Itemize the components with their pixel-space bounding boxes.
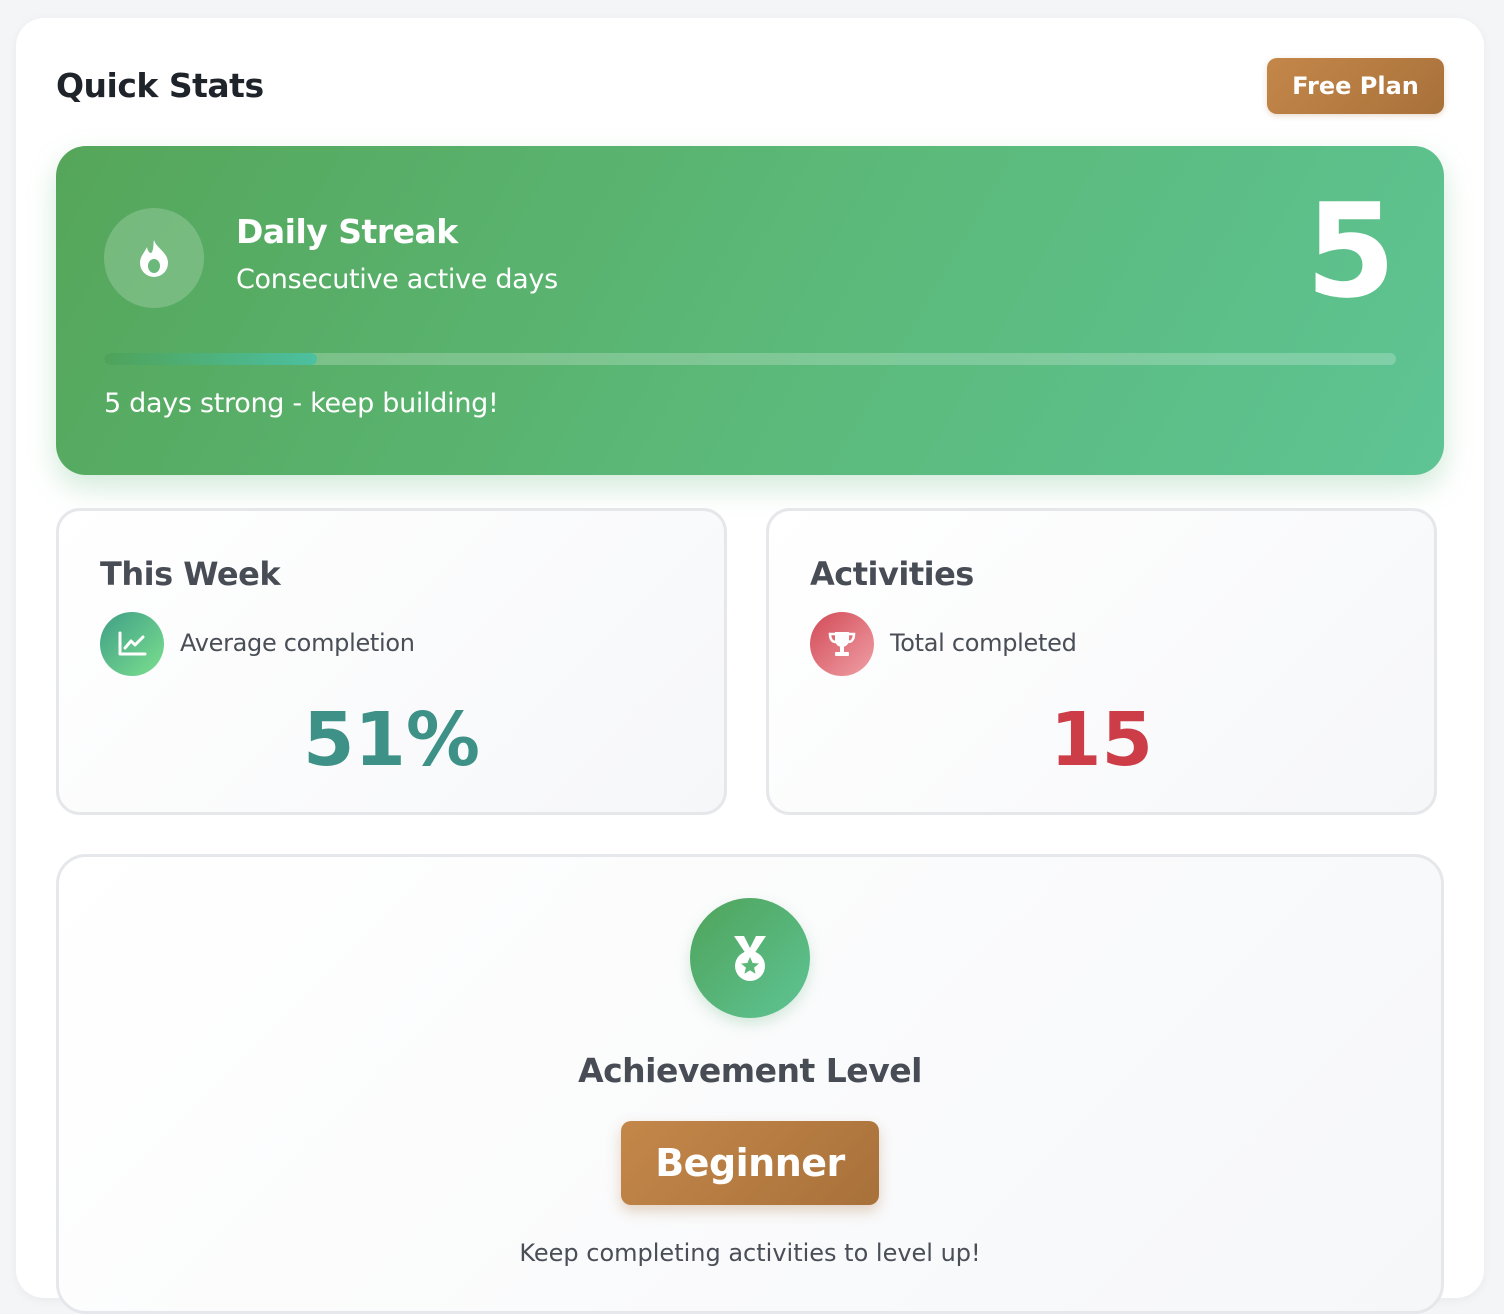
achievement-title: Achievement Level (578, 1051, 922, 1090)
streak-progress-fill (104, 353, 318, 365)
this-week-title: This Week (100, 555, 281, 593)
achievement-card: Achievement Level Beginner Keep completi… (56, 854, 1444, 1314)
achievement-hint: Keep completing activities to level up! (519, 1239, 981, 1267)
panel-title: Quick Stats (56, 66, 264, 105)
daily-streak-card: Daily Streak Consecutive active days 5 5… (56, 146, 1444, 475)
medal-icon (690, 898, 810, 1018)
trophy-icon (810, 612, 874, 676)
this-week-value: 51% (302, 697, 481, 783)
fire-icon (104, 208, 204, 308)
streak-progress-bar (104, 353, 1396, 365)
activities-label: Total completed (890, 629, 1077, 657)
activities-title: Activities (810, 555, 974, 593)
streak-title: Daily Streak (236, 212, 458, 251)
this-week-card: This Week Average completion 51% (56, 508, 727, 815)
this-week-label: Average completion (180, 629, 415, 657)
level-badge: Beginner (621, 1121, 879, 1205)
activities-card: Activities Total completed 15 (766, 508, 1437, 815)
streak-message: 5 days strong - keep building! (104, 388, 499, 419)
free-plan-badge[interactable]: Free Plan (1267, 58, 1444, 114)
streak-subtitle: Consecutive active days (236, 264, 558, 295)
chart-line-icon (100, 612, 164, 676)
quick-stats-panel: Quick Stats Free Plan Daily Streak Conse… (16, 18, 1484, 1314)
streak-count: 5 (1305, 175, 1396, 327)
activities-value: 15 (1050, 697, 1153, 783)
